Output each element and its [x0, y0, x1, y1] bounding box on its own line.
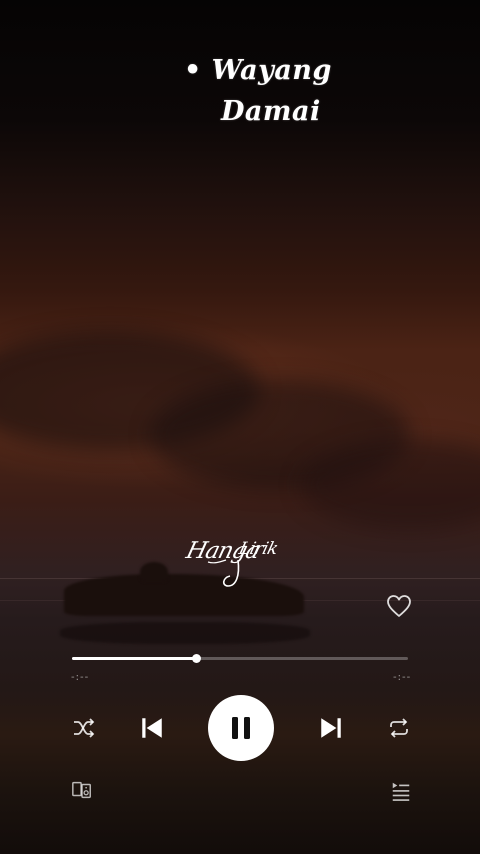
- background-rock: [140, 562, 168, 582]
- skip-next-icon[interactable]: [318, 715, 344, 741]
- skip-previous-icon[interactable]: [139, 715, 165, 741]
- repeat-icon[interactable]: [387, 716, 411, 740]
- play-pause-button[interactable]: [208, 695, 274, 761]
- song-title-line-1: • Wayang: [184, 55, 332, 86]
- pause-icon: [232, 717, 250, 739]
- progress-thumb[interactable]: [192, 654, 202, 663]
- elapsed-time: -:--: [71, 672, 90, 683]
- watermark-logo: Hanga Lirik: [183, 536, 280, 587]
- svg-text:Lirik: Lirik: [236, 539, 280, 559]
- queue-icon[interactable]: [390, 780, 412, 802]
- playback-progress-bar[interactable]: [72, 654, 408, 663]
- background-rock: [60, 622, 310, 644]
- connect-devices-icon[interactable]: [71, 779, 93, 801]
- shuffle-icon[interactable]: [72, 716, 96, 740]
- progress-fill: [72, 657, 197, 660]
- remaining-time: -:--: [393, 672, 412, 683]
- song-title-line-2: Damai: [221, 96, 321, 127]
- now-playing-screen: • Wayang Damai Hanga Lirik -:-- -:--: [0, 0, 480, 854]
- heart-outline-icon[interactable]: [386, 594, 412, 618]
